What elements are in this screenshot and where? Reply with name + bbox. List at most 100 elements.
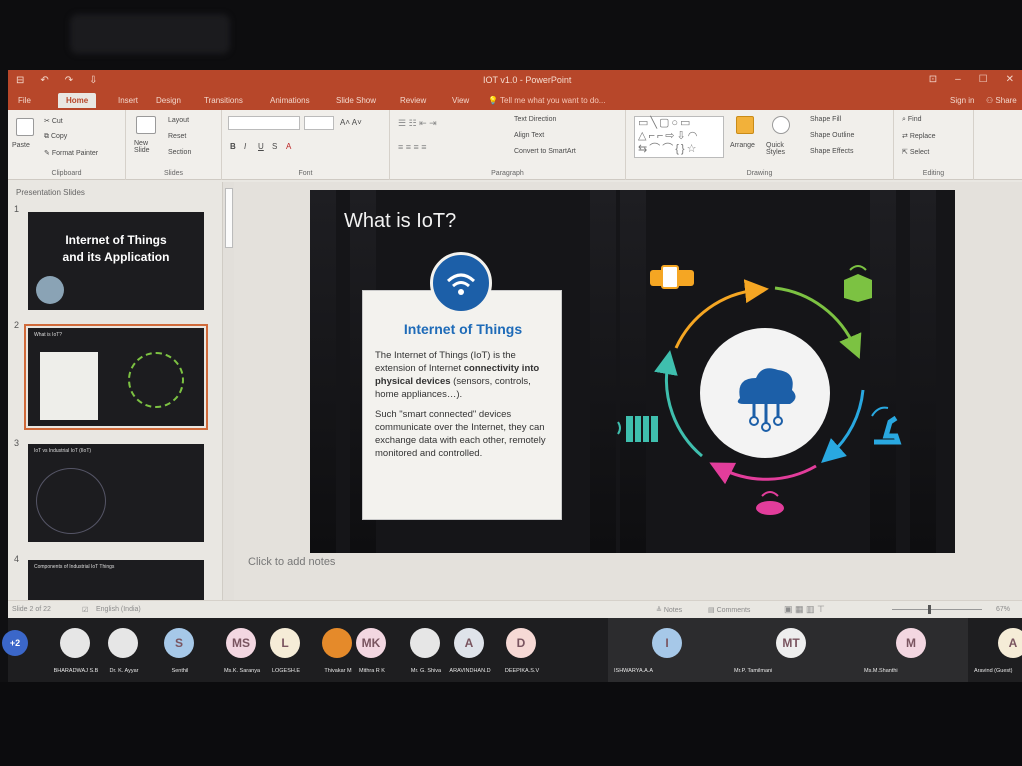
comments-button[interactable]: ▤ Comments <box>708 606 750 614</box>
shape-effects-button[interactable]: Shape Effects <box>810 148 853 155</box>
zoom-slider-thumb[interactable] <box>928 605 931 614</box>
start-from-beginning-icon[interactable]: ⇩ <box>89 75 97 86</box>
notes-icon: ≜ <box>656 607 662 614</box>
spelling-icon[interactable]: ☑ <box>82 606 88 614</box>
sign-in-link[interactable]: Sign in <box>950 96 974 105</box>
participant-tile[interactable]: A Aravind (Guest) <box>968 618 1022 682</box>
paragraph-group-label: Paragraph <box>491 170 524 177</box>
slide-number: 2 <box>14 320 20 330</box>
tab-design[interactable]: Design <box>156 96 181 105</box>
select-button[interactable]: ⇱ Select <box>902 148 929 156</box>
comment-icon: ▤ <box>708 607 715 614</box>
close-button[interactable]: ✕ <box>1006 74 1014 85</box>
shape-outline-button[interactable]: Shape Outline <box>810 132 854 139</box>
tab-home[interactable]: Home <box>58 93 97 108</box>
meeting-participants-strip: +2 BHARADWAJ S.B Dr. K. Ayyar S Senthil MS Ms.… <box>2 618 1022 682</box>
tab-review[interactable]: Review <box>400 96 426 105</box>
participant-tile[interactable]: D DEEPIKA.S.V <box>484 618 560 682</box>
paste-icon[interactable] <box>16 118 34 136</box>
bold-button[interactable]: B <box>230 142 236 151</box>
ribbon-display-options-icon[interactable]: ⊡ <box>929 74 937 85</box>
strikethrough-button[interactable]: S <box>272 142 277 151</box>
thumbnails-scrollbar[interactable] <box>222 182 234 600</box>
cut-button[interactable]: ✂ Cut <box>44 117 63 125</box>
convert-smartart-button[interactable]: Convert to SmartArt <box>514 148 576 155</box>
bullets-icon[interactable]: ☰ ☷ ⇤ ⇥ <box>398 118 437 129</box>
underline-button[interactable]: U <box>258 142 264 151</box>
font-size-box[interactable] <box>304 116 334 130</box>
shapes-gallery[interactable]: ▭╲▢○▭ △⌐⌐⇨⇩◠ ⇆⌒⌒{}☆ <box>634 116 724 158</box>
tell-me-box[interactable]: 💡 Tell me what you want to do... <box>488 96 605 105</box>
new-slide-icon[interactable] <box>136 116 156 134</box>
paragraph-group: ☰ ☷ ⇤ ⇥ ≡ ≡ ≡ ≡ Text Direction Align Tex… <box>390 110 626 180</box>
arrange-button[interactable]: Arrange <box>730 142 755 149</box>
tab-animations[interactable]: Animations <box>270 96 310 105</box>
participant-tile[interactable]: M Ms.M.Shanthi <box>858 618 968 682</box>
layout-button[interactable]: Layout <box>168 117 189 124</box>
participant-tile[interactable]: MT Mr.P. Tamilmani <box>728 618 858 682</box>
format-painter-button[interactable]: ✎ Format Painter <box>44 149 98 157</box>
scrollbar-thumb[interactable] <box>225 188 233 248</box>
quick-styles-icon[interactable] <box>772 116 790 134</box>
notes-placeholder[interactable]: Click to add notes <box>248 556 335 568</box>
powerpoint-window: ⊟ ↶ ↷ ⇩ IOT v1.0 - PowerPoint ⊡ – ☐ ✕ Fi… <box>8 70 1022 618</box>
share-label: Share <box>995 96 1017 105</box>
slide-thumbnail-1[interactable]: Internet of Things and its Application <box>28 212 204 310</box>
align-icons[interactable]: ≡ ≡ ≡ ≡ <box>398 142 427 152</box>
avatar: A <box>454 628 484 658</box>
font-color-icon[interactable]: A <box>286 142 291 151</box>
tab-file[interactable]: File <box>18 96 31 105</box>
undo-icon[interactable]: ↶ <box>40 75 48 86</box>
align-text-button[interactable]: Align Text <box>514 132 544 139</box>
share-icon: ⚇ <box>986 96 994 105</box>
zoom-slider[interactable] <box>892 609 982 610</box>
tell-me-text: Tell me what you want to do... <box>500 96 606 105</box>
redo-icon[interactable]: ↷ <box>65 75 73 86</box>
thumbnail-title: Internet of Things and its Application <box>62 233 170 264</box>
drawing-group: ▭╲▢○▭ △⌐⌐⇨⇩◠ ⇆⌒⌒{}☆ Arrange Quick Styles S… <box>626 110 894 180</box>
replace-button[interactable]: ⇄ Replace <box>902 132 936 140</box>
tab-insert[interactable]: Insert <box>118 96 138 105</box>
font-name-box[interactable] <box>228 116 300 130</box>
text-direction-button[interactable]: Text Direction <box>514 116 556 123</box>
grow-font-icon[interactable]: A˄ A˅ <box>340 118 362 127</box>
tab-slide-show[interactable]: Slide Show <box>336 96 376 105</box>
quick-styles-button[interactable]: Quick Styles <box>766 142 796 156</box>
maximize-button[interactable]: ☐ <box>979 74 988 85</box>
zoom-level[interactable]: 67% <box>996 606 1010 613</box>
tab-view[interactable]: View <box>452 96 469 105</box>
slide-number: 3 <box>14 438 20 448</box>
view-buttons[interactable]: ▣ ▦ ▥ ⊤ <box>784 604 825 615</box>
shape-fill-button[interactable]: Shape Fill <box>810 116 841 123</box>
language-indicator[interactable]: English (India) <box>96 606 141 613</box>
scissors-icon: ✂ <box>44 118 50 125</box>
slide-thumbnail-3[interactable]: IoT vs Industrial IoT (IIoT) <box>28 444 204 542</box>
minimize-button[interactable]: – <box>955 74 961 85</box>
italic-button[interactable]: I <box>244 142 246 151</box>
reset-button[interactable]: Reset <box>168 133 186 140</box>
copy-button[interactable]: ⧉ Copy <box>44 133 67 141</box>
current-slide[interactable]: What is IoT? Internet of Things The Inte… <box>310 190 955 553</box>
thumbnail-card <box>40 352 98 420</box>
clipboard-group: Paste ✂ Cut ⧉ Copy ✎ Format Painter Clip… <box>8 110 126 180</box>
find-label: Find <box>907 116 922 123</box>
tab-transitions[interactable]: Transitions <box>204 96 243 105</box>
paste-button[interactable]: Paste <box>12 142 30 149</box>
participant-tile[interactable]: +2 <box>2 618 34 682</box>
clipboard-group-label: Clipboard <box>51 170 82 177</box>
section-button[interactable]: Section <box>168 149 191 156</box>
slide-editor: What is IoT? Internet of Things The Inte… <box>234 182 1022 600</box>
select-label: Select <box>909 149 930 156</box>
slide-thumbnail-2[interactable]: What is IoT? <box>24 324 208 430</box>
new-slide-button[interactable]: New Slide <box>134 140 164 154</box>
lightbulb-icon: 💡 <box>488 96 498 105</box>
share-button[interactable]: ⚇ Share <box>986 96 1017 105</box>
slide-number: 1 <box>14 204 20 214</box>
slide-thumbnail-4[interactable]: Components of Industrial IoT Things <box>28 560 204 600</box>
participant-tile[interactable]: I ISHWARYA.A.A <box>608 618 728 682</box>
arrange-icon[interactable] <box>736 116 754 134</box>
notes-button[interactable]: ≜ Notes <box>656 606 682 614</box>
find-button[interactable]: ⌕ Find <box>902 116 922 124</box>
globe-icon <box>36 276 64 304</box>
save-icon[interactable]: ⊟ <box>16 75 24 86</box>
